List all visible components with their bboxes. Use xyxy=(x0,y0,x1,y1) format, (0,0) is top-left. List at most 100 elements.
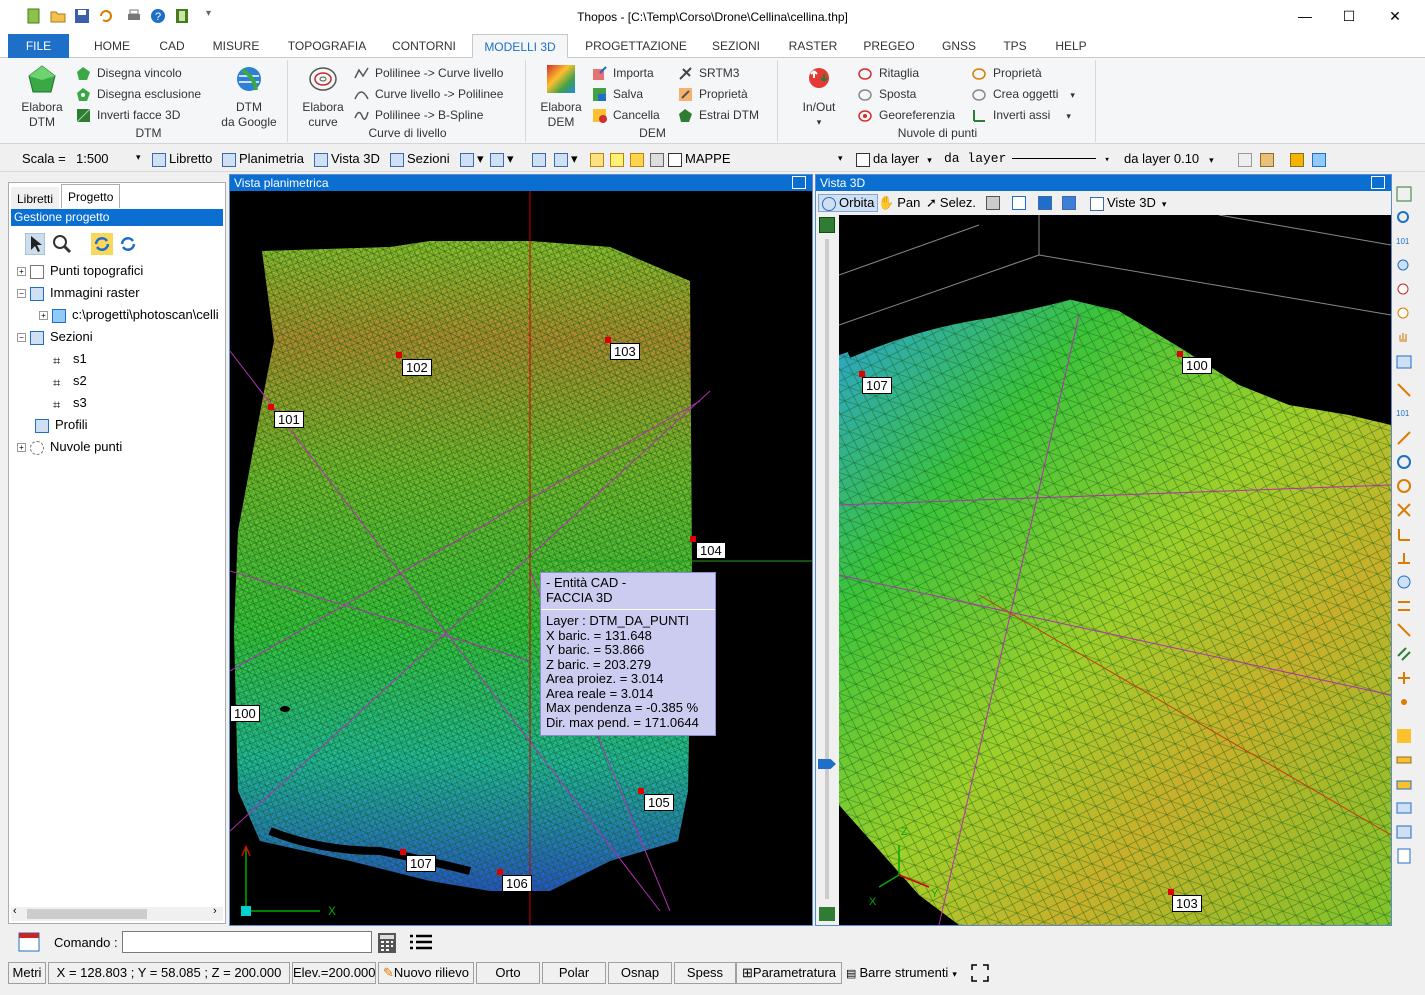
tab-topografia[interactable]: TOPOGRAFIA xyxy=(278,34,376,58)
notes-icon[interactable] xyxy=(1396,848,1412,864)
solid-button[interactable] xyxy=(1038,194,1055,210)
tab-modelli-3d[interactable]: MODELLI 3D xyxy=(472,34,568,59)
ruler-icon[interactable] xyxy=(1396,752,1412,768)
maximize-button[interactable]: ☐ xyxy=(1326,0,1372,32)
srtm3-button[interactable]: SRTM3 xyxy=(678,66,739,86)
tab-gnss[interactable]: GNSS xyxy=(934,34,984,58)
viste-3d-dropdown[interactable]: Viste 3D ▾ xyxy=(1090,195,1166,211)
snap-endpoint-icon[interactable] xyxy=(1396,382,1412,398)
sync-yellow-icon[interactable] xyxy=(91,233,113,255)
orbita-button[interactable]: Orbita xyxy=(818,194,879,212)
scroll-thumb[interactable] xyxy=(27,909,147,919)
maximize-view-icon[interactable] xyxy=(792,176,806,189)
tab-file[interactable]: FILE xyxy=(8,34,69,58)
tab-tps[interactable]: TPS xyxy=(994,34,1036,58)
measure-icon[interactable] xyxy=(1396,728,1412,744)
expand-icon[interactable]: + xyxy=(39,311,48,321)
libretto-button[interactable]: Libretto xyxy=(152,151,212,167)
zoom-extents-icon[interactable] xyxy=(1396,186,1412,202)
elabora-dtm-button[interactable]: Elabora DTM xyxy=(16,64,68,130)
inverti-assi-button[interactable]: Inverti assi ▾ xyxy=(972,108,1071,128)
sezioni-button[interactable]: Sezioni xyxy=(390,151,450,167)
osnap-toggle[interactable]: Osnap xyxy=(608,962,672,984)
zoom-previous-icon[interactable] xyxy=(1396,306,1412,322)
refresh-icon[interactable] xyxy=(117,233,139,255)
georeferenzia-button[interactable]: Georeferenzia xyxy=(858,108,955,128)
elabora-dem-button[interactable]: Elabora DEM xyxy=(536,64,586,130)
lightbulb-button[interactable] xyxy=(610,151,627,167)
terrain-icon[interactable] xyxy=(819,217,835,233)
curve-livello-polilinee-button[interactable]: Curve livello -> Polilinee xyxy=(354,87,503,107)
orto-toggle[interactable]: Orto xyxy=(476,962,540,984)
tab-help[interactable]: HELP xyxy=(1046,34,1096,58)
eraser-button[interactable] xyxy=(1312,151,1329,167)
elevation-status[interactable]: Elev.=200.000 xyxy=(292,962,376,984)
proprieta-nuvole-button[interactable]: Proprietà xyxy=(972,66,1042,86)
units-status[interactable]: Metri xyxy=(8,962,46,984)
lock-button[interactable] xyxy=(630,151,647,167)
paste-button[interactable] xyxy=(1260,151,1277,167)
expand-icon[interactable]: + xyxy=(17,267,26,277)
snap-intersection-icon[interactable] xyxy=(1396,502,1412,518)
elabora-curve-button[interactable]: Elabora curve xyxy=(298,64,348,130)
area-icon[interactable] xyxy=(1396,776,1412,792)
tab-contorni[interactable]: CONTORNI xyxy=(384,34,464,58)
snap-101-icon[interactable]: 101 xyxy=(1396,406,1412,422)
tab-raster[interactable]: RASTER xyxy=(782,34,844,58)
disegna-esclusione-button[interactable]: Disegna esclusione xyxy=(76,87,201,107)
scroll-left-icon[interactable]: ‹ xyxy=(13,905,17,917)
view-3d[interactable]: Vista 3D Orbita ✋ Pan ➚ Selez. Viste 3D ▾ xyxy=(815,174,1392,926)
calculator-icon[interactable] xyxy=(376,932,398,954)
tree-item-profili[interactable]: Profili xyxy=(35,417,88,437)
view-frame-icon[interactable] xyxy=(1396,354,1412,370)
sposta-button[interactable]: Sposta xyxy=(858,87,916,107)
snap-insert-icon[interactable] xyxy=(1396,622,1412,638)
tree-item-raster-path[interactable]: + c:\progetti\photoscan\celli xyxy=(39,307,219,327)
tab-sezioni[interactable]: SEZIONI xyxy=(704,34,768,58)
layers-button[interactable] xyxy=(532,151,549,167)
distance-icon[interactable] xyxy=(1396,800,1412,816)
tab-progetto[interactable]: Progetto xyxy=(61,184,121,208)
layers-stack-button[interactable]: ▾ xyxy=(554,151,578,167)
zoom-out-icon[interactable] xyxy=(1396,282,1412,298)
importa-button[interactable]: Importa xyxy=(592,66,654,86)
select-cursor-icon[interactable] xyxy=(25,233,45,255)
spess-toggle[interactable]: Spess xyxy=(674,962,736,984)
snap-nearest-icon[interactable] xyxy=(1396,574,1412,590)
tree-item-immagini-raster[interactable]: − Immagini raster xyxy=(17,285,140,305)
snap-dot-icon[interactable] xyxy=(1396,694,1412,710)
tab-cad[interactable]: CAD xyxy=(148,34,196,58)
view-3d-canvas[interactable]: Z X Y xyxy=(839,215,1391,925)
scroll-right-icon[interactable]: › xyxy=(213,905,217,917)
tree-item-s3[interactable]: ⌗ s3 xyxy=(53,395,87,415)
collapse-icon[interactable]: − xyxy=(17,333,26,343)
close-button[interactable]: ✕ xyxy=(1372,0,1418,32)
snap-perpendicular-icon[interactable] xyxy=(1396,526,1412,542)
fullscreen-icon[interactable] xyxy=(970,963,990,983)
dtm-da-google-button[interactable]: DTM da Google xyxy=(216,64,282,130)
list-icon[interactable] xyxy=(408,932,434,954)
expand-icon[interactable]: + xyxy=(17,443,26,453)
pan-hand-icon[interactable] xyxy=(1396,330,1412,346)
proprieta-dem-button[interactable]: Proprietà xyxy=(678,87,748,107)
panel-hscrollbar[interactable]: ‹ › xyxy=(11,905,223,921)
snap-midpoint-icon[interactable] xyxy=(1396,430,1412,446)
polilinee-bspline-button[interactable]: Polilinee -> B-Spline xyxy=(354,108,483,128)
tab-home[interactable]: HOME xyxy=(84,34,140,58)
pan-button[interactable]: ✋ Pan xyxy=(878,195,920,211)
lamp-button[interactable] xyxy=(590,151,607,167)
tab-libretti[interactable]: Libretti xyxy=(11,187,60,211)
tree-item-sezioni[interactable]: − Sezioni xyxy=(17,329,93,349)
command-input[interactable] xyxy=(122,931,372,953)
scala-select[interactable]: 1:500 ▾ xyxy=(74,149,146,169)
tab-pregeo[interactable]: PREGEO xyxy=(858,34,920,58)
printer-layer-button[interactable] xyxy=(650,151,667,167)
cancella-button[interactable]: Cancella xyxy=(592,108,660,128)
brush-button[interactable] xyxy=(1290,151,1307,167)
vista-3d-button[interactable]: Vista 3D xyxy=(314,151,380,167)
grid-toggle-button[interactable] xyxy=(986,194,1003,210)
zoom-icon[interactable] xyxy=(51,233,73,255)
tab-progettazione[interactable]: PROGETTAZIONE xyxy=(576,34,696,58)
polar-toggle[interactable]: Polar xyxy=(542,962,606,984)
parametratura-toggle[interactable]: ⊞Parametratura xyxy=(736,962,842,984)
